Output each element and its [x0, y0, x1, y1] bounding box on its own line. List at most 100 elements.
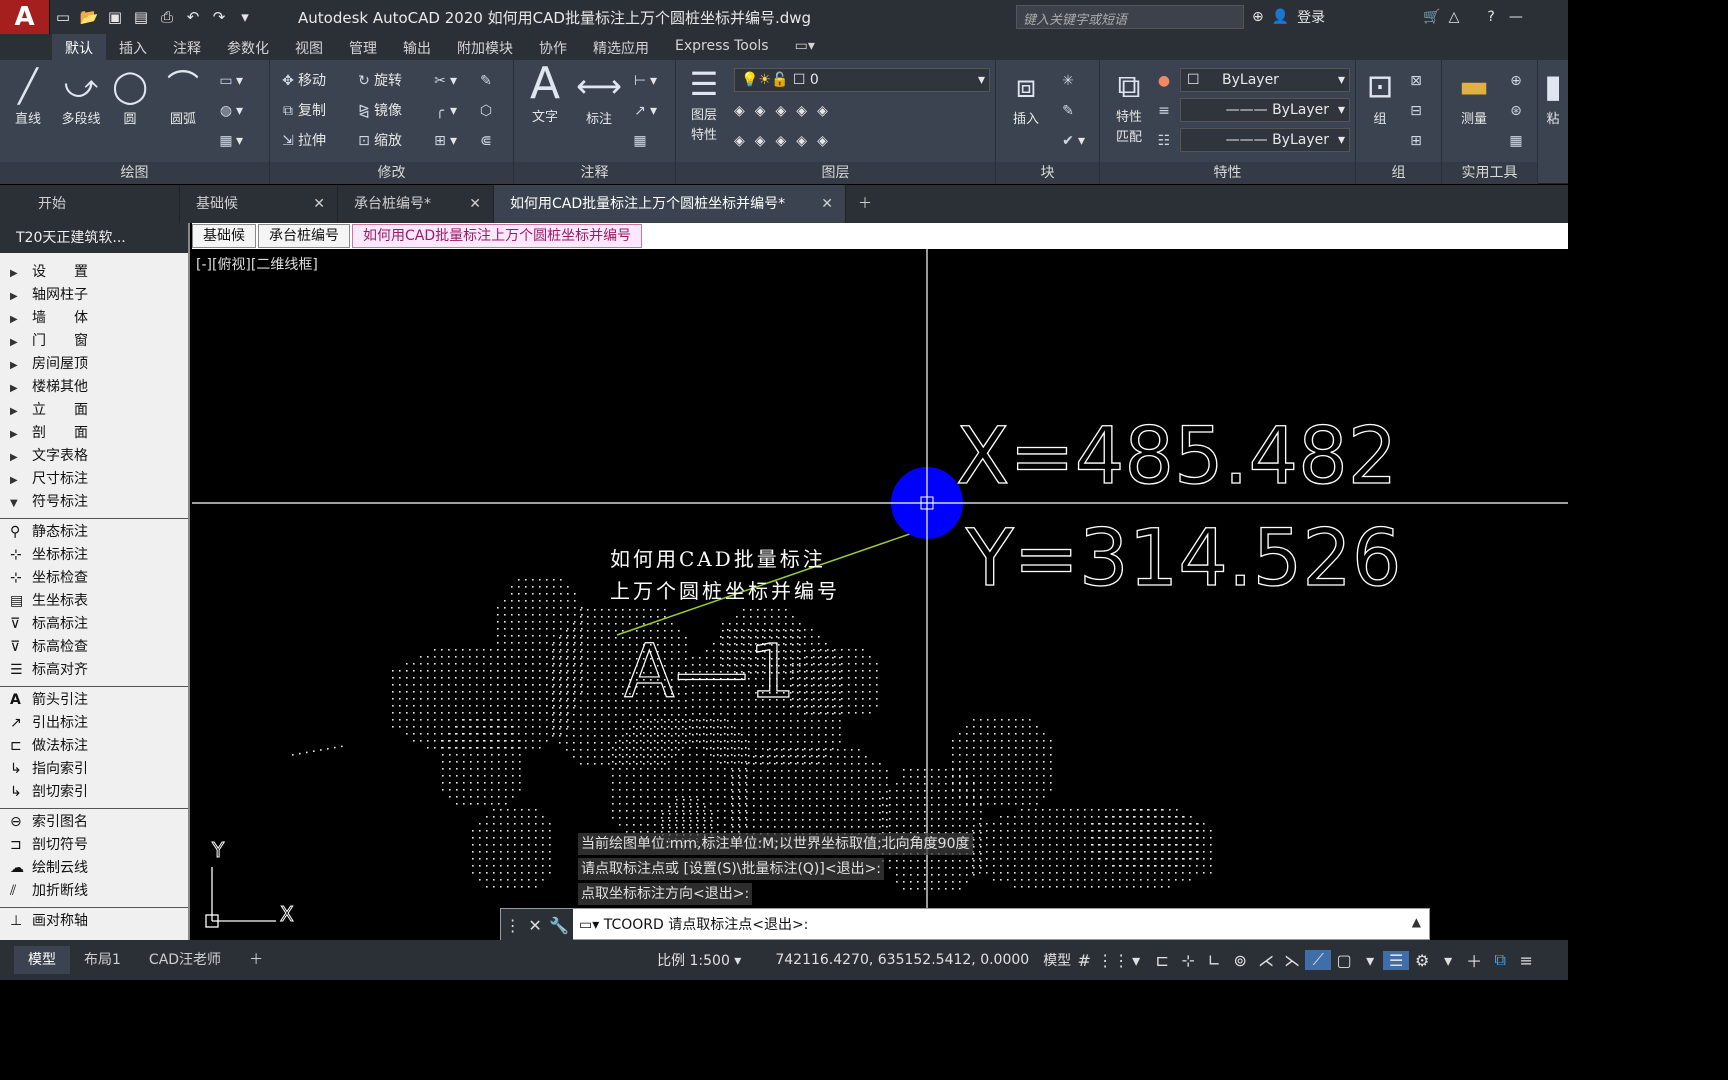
annotation-panel-title[interactable]: 注释: [514, 162, 675, 184]
draw-panel-title[interactable]: 绘图: [0, 162, 269, 184]
ungroup-icon[interactable]: ⊠: [1406, 68, 1426, 94]
fillet-button[interactable]: ╭ ▾: [430, 98, 457, 124]
tab-output[interactable]: 输出: [390, 34, 444, 60]
palette-tool[interactable]: ⊽ 标高检查: [0, 636, 188, 659]
paste-button[interactable]: ▮ 粘: [1538, 66, 1568, 127]
open-icon[interactable]: 📂: [76, 4, 102, 30]
workspace-gear-icon[interactable]: ⚙: [1409, 951, 1435, 970]
tab-featured-apps[interactable]: 精选应用: [580, 34, 662, 60]
dropdown-icon[interactable]: ▾: [1435, 951, 1461, 970]
palette-group[interactable]: ▶ 剖 面: [0, 422, 188, 445]
copy-button[interactable]: ⧉ 复制: [278, 98, 326, 124]
command-input[interactable]: ▭▾ TCOORD 请点取标注点<退出>:: [579, 909, 808, 941]
linear-dim-icon[interactable]: ⊢ ▾: [630, 68, 657, 94]
customize-wrench-icon[interactable]: 🔧: [549, 916, 569, 935]
palette-tool[interactable]: ⊐ 剖切符号: [0, 834, 188, 857]
close-icon[interactable]: ✕: [528, 916, 541, 935]
palette-tool[interactable]: ☁ 绘制云线: [0, 857, 188, 880]
tab-annotate[interactable]: 注释: [160, 34, 214, 60]
palette-tool[interactable]: ↗ 引出标注: [0, 712, 188, 735]
plot-icon[interactable]: ⎙: [154, 4, 180, 30]
palette-tool[interactable]: A 箭头引注: [0, 689, 188, 712]
rectangle-icon[interactable]: ▭ ▾: [216, 68, 243, 94]
move-button[interactable]: ✥ 移动: [278, 68, 326, 94]
palette-tool[interactable]: ⊖ 索引图名: [0, 811, 188, 834]
scale-button[interactable]: ⊡ 缩放: [354, 128, 402, 154]
array-button[interactable]: ⊞ ▾: [430, 128, 457, 154]
palette-tool[interactable]: ⫽ 加折断线: [0, 880, 188, 903]
isolate-objects-icon[interactable]: ⧉: [1487, 950, 1513, 970]
erase-button[interactable]: ✎: [476, 68, 496, 94]
palette-title[interactable]: T20天正建筑软...: [0, 223, 188, 253]
palette-group[interactable]: ▶ 立 面: [0, 399, 188, 422]
dynamic-input-icon[interactable]: ⊹: [1175, 951, 1201, 970]
subtab-current[interactable]: 如何用CAD批量标注上万个圆桩坐标并编号: [352, 224, 643, 248]
palette-group[interactable]: ▶ 墙 体: [0, 307, 188, 330]
ortho-icon[interactable]: ∟: [1201, 951, 1227, 970]
tab-manage[interactable]: 管理: [336, 34, 390, 60]
tab-doc-pilecap[interactable]: 承台桩编号* ✕: [338, 185, 494, 223]
new-tab-plus-icon[interactable]: ＋: [846, 185, 882, 223]
polyline-button[interactable]: ⤻ 多段线: [54, 66, 108, 127]
palette-group[interactable]: ▶ 尺寸标注: [0, 468, 188, 491]
object-snap-tracking-icon[interactable]: ⋋: [1279, 951, 1305, 970]
table-icon[interactable]: ▦: [630, 128, 650, 154]
drag-handle-icon[interactable]: ⋮: [505, 916, 521, 935]
utilities-panel-title[interactable]: 实用工具: [1442, 162, 1537, 184]
color-dropdown[interactable]: ☐ ByLayer ▾: [1180, 68, 1350, 92]
dropdown-icon[interactable]: ▾: [1357, 951, 1383, 970]
id-point-icon[interactable]: ⊕: [1506, 68, 1526, 94]
rotate-button[interactable]: ↻ 旋转: [354, 68, 402, 94]
tab-start[interactable]: 开始: [0, 185, 180, 223]
palette-group-expanded[interactable]: ▼ 符号标注: [0, 491, 188, 514]
palette-tool[interactable]: ↳ 剖切索引: [0, 781, 188, 804]
infer-constraints-icon[interactable]: ⊏: [1149, 951, 1175, 970]
group-button[interactable]: ⊡ 组: [1358, 66, 1402, 127]
layer-properties-button[interactable]: ☰ 图层 特性: [680, 64, 728, 146]
group-edit-icon[interactable]: ⊟: [1406, 98, 1426, 124]
measure-button[interactable]: ▬ 测量: [1444, 66, 1504, 127]
lineweight-dropdown[interactable]: ——— ByLayer ▾: [1180, 128, 1350, 152]
tab-express-tools[interactable]: Express Tools: [662, 34, 782, 60]
application-menu-button[interactable]: A: [0, 0, 50, 34]
palette-group[interactable]: ▶ 轴网柱子: [0, 284, 188, 307]
palette-tool[interactable]: ☰ 标高对齐: [0, 659, 188, 682]
palette-tool[interactable]: ⊥ 画对称轴: [0, 910, 188, 933]
tab-doc-current[interactable]: 如何用CAD批量标注上万个圆桩坐标并编号* ✕: [494, 185, 846, 223]
arc-button[interactable]: ⌒ 圆弧: [158, 66, 208, 127]
login-link[interactable]: 登录: [1297, 7, 1325, 27]
tab-view[interactable]: 视图: [282, 34, 336, 60]
group-select-icon[interactable]: ⊞: [1406, 128, 1426, 154]
new-icon[interactable]: ▭: [50, 4, 76, 30]
tab-layout1[interactable]: 布局1: [70, 946, 135, 974]
close-icon[interactable]: ✕: [469, 185, 481, 223]
annotation-scale[interactable]: 比例 1:500 ▾: [657, 950, 741, 970]
object-snap-icon[interactable]: ⟋: [1305, 950, 1332, 970]
offset-button[interactable]: ⋐: [476, 128, 496, 154]
tab-collaborate[interactable]: 协作: [526, 34, 580, 60]
line-button[interactable]: ╱ 直线: [4, 66, 52, 127]
color-wheel-icon[interactable]: ●: [1154, 68, 1174, 94]
layer-dropdown[interactable]: 💡☀🔓 ☐ 0 ▾: [734, 68, 990, 92]
save-as-icon[interactable]: ▤: [128, 4, 154, 30]
palette-tool[interactable]: ⚲ 静态标注: [0, 521, 188, 544]
properties-panel-title[interactable]: 特性: [1100, 162, 1355, 184]
palette-group[interactable]: ▶ 房间屋顶: [0, 353, 188, 376]
redo-icon[interactable]: ↷: [206, 4, 232, 30]
calculator-icon[interactable]: ▦: [1506, 128, 1526, 154]
block-attribute-icon[interactable]: ✔ ▾: [1058, 128, 1085, 154]
save-icon[interactable]: ▣: [102, 4, 128, 30]
help-icon[interactable]: ?: [1487, 9, 1494, 25]
linetype-icon[interactable]: ≡: [1154, 98, 1174, 124]
palette-tool[interactable]: ▤ 生坐标表: [0, 590, 188, 613]
ribbon-options-icon[interactable]: ▭▾: [782, 34, 828, 60]
trim-button[interactable]: ✂ ▾: [430, 68, 457, 94]
dimension-button[interactable]: ⟷ 标注: [574, 66, 624, 127]
undo-icon[interactable]: ↶: [180, 4, 206, 30]
customize-status-icon[interactable]: ≡: [1513, 951, 1539, 970]
grid-icon[interactable]: #: [1071, 951, 1097, 970]
isodraft-icon[interactable]: ⋌: [1253, 951, 1279, 970]
tab-model[interactable]: 模型: [14, 946, 70, 974]
groups-panel-title[interactable]: 组: [1356, 162, 1441, 184]
palette-tool[interactable]: ↳ 指向索引: [0, 758, 188, 781]
